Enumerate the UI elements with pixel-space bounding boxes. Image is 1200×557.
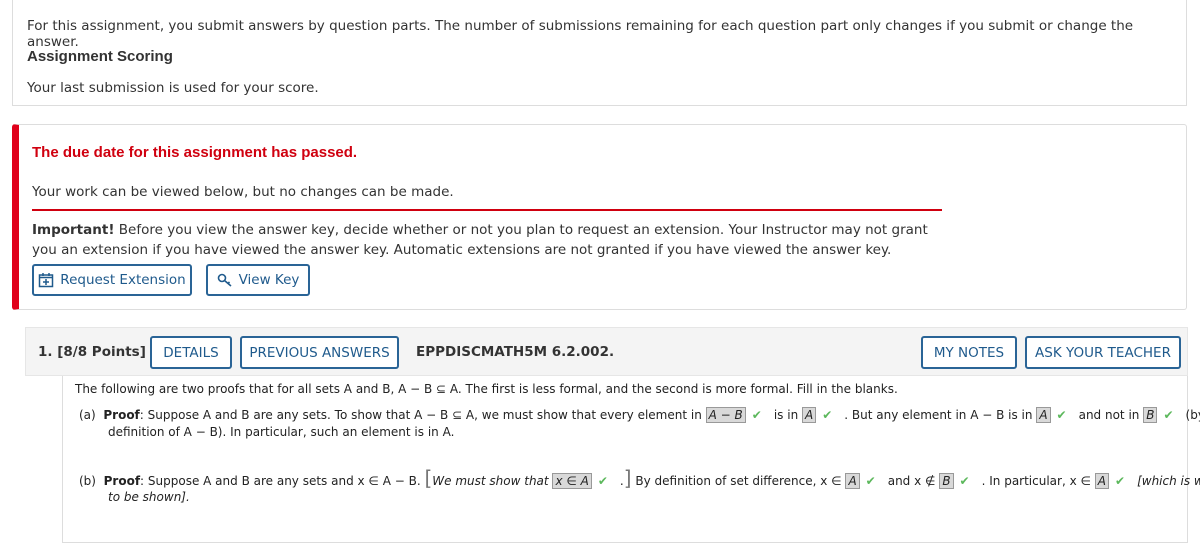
question-points: 1. [8/8 Points]: [38, 344, 146, 360]
request-extension-label: Request Extension: [60, 272, 186, 288]
work-view-text: Your work can be viewed below, but no ch…: [32, 184, 454, 200]
question-intro: The following are two proofs that for al…: [75, 382, 898, 396]
important-label: Important!: [32, 222, 115, 238]
answer-box: x ∈ A: [552, 473, 592, 489]
check-icon: ✔: [1115, 474, 1126, 488]
question-code: EPPDISCMATH5M 6.2.002.: [416, 344, 615, 360]
question-body: The following are two proofs that for al…: [62, 376, 1200, 543]
request-extension-button[interactable]: Request Extension: [32, 264, 192, 296]
text: . But any element in A − B is in: [844, 408, 1033, 422]
part-b-label: (b): [79, 474, 96, 488]
ask-teacher-button[interactable]: ASK YOUR TEACHER: [1025, 336, 1181, 369]
answer-box: A: [1094, 473, 1110, 489]
check-icon: ✔: [865, 474, 876, 488]
text: . In particular, x ∈: [981, 474, 1091, 488]
part-b-line1: (b) Proof: Suppose A and B are any sets …: [79, 466, 1200, 490]
part-b-line2: to be shown].: [108, 490, 190, 504]
text: is in: [773, 408, 799, 422]
check-icon: ✔: [751, 408, 762, 422]
answer-box: B: [1143, 407, 1158, 423]
due-date-notice: The due date for this assignment has pas…: [12, 124, 1187, 310]
answer-box: A: [802, 407, 817, 423]
text: : Suppose A and B are any sets and x ∈ A…: [140, 474, 421, 488]
answer-box: A − B: [705, 407, 746, 423]
view-key-button[interactable]: View Key: [206, 264, 310, 296]
text: (by: [1185, 408, 1200, 422]
submission-info-panel: For this assignment, you submit answers …: [12, 0, 1187, 106]
calendar-plus-icon: [39, 273, 54, 288]
check-icon: ✔: [597, 474, 608, 488]
check-icon: ✔: [1056, 408, 1067, 422]
text: We must show that: [432, 474, 549, 488]
previous-answers-button[interactable]: PREVIOUS ANSWERS: [240, 336, 399, 369]
text: : Suppose A and B are any sets. To show …: [139, 408, 702, 422]
scoring-heading: Assignment Scoring: [27, 48, 173, 65]
important-body: Before you view the answer key, decide w…: [32, 222, 928, 258]
important-text: Important! Before you view the answer ke…: [32, 220, 952, 260]
answer-box: A: [1036, 407, 1051, 423]
answer-box: A: [845, 473, 860, 489]
view-key-label: View Key: [238, 272, 300, 288]
details-button[interactable]: DETAILS: [150, 336, 232, 369]
submission-intro: For this assignment, you submit answers …: [27, 18, 1134, 50]
answer-box: B: [939, 473, 954, 489]
question-header: 1. [8/8 Points] DETAILS PREVIOUS ANSWERS…: [25, 327, 1188, 376]
check-icon: ✔: [822, 408, 833, 422]
part-a-line1: (a) Proof: Suppose A and B are any sets.…: [79, 407, 1200, 423]
key-icon: [217, 273, 232, 287]
scoring-text: Your last submission is used for your sc…: [27, 80, 319, 96]
divider: [32, 209, 942, 211]
my-notes-button[interactable]: MY NOTES: [921, 336, 1017, 369]
text: By definition of set difference, x ∈: [635, 474, 842, 488]
check-icon: ✔: [1163, 408, 1174, 422]
text: [which is what was: [1137, 474, 1200, 488]
check-icon: ✔: [959, 474, 970, 488]
part-a-label: (a): [79, 408, 96, 422]
due-passed-text: The due date for this assignment has pas…: [32, 144, 358, 161]
part-a-line2: definition of A − B). In particular, suc…: [108, 425, 455, 439]
proof-label: Proof: [103, 474, 141, 488]
text: and x ∉: [887, 474, 936, 488]
text: and not in: [1078, 408, 1140, 422]
proof-label: Proof: [103, 408, 140, 422]
